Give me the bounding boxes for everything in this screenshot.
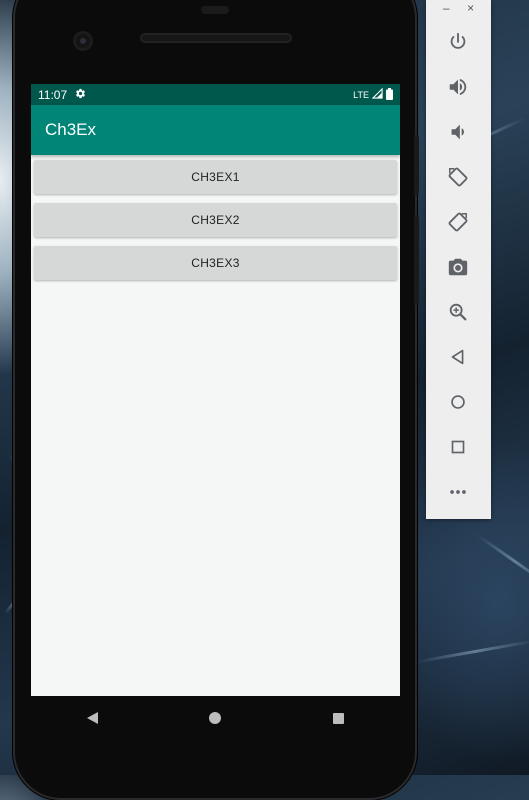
home-icon[interactable]: [209, 712, 222, 724]
emulator-toolbar: – ×: [426, 0, 491, 519]
home-icon[interactable]: [444, 388, 472, 416]
power-icon[interactable]: [444, 28, 472, 56]
app-bar: Ch3Ex: [31, 105, 400, 155]
phone-top-slot: [201, 6, 229, 14]
back-icon[interactable]: [86, 712, 98, 724]
app-title: Ch3Ex: [45, 120, 97, 139]
volume-down-icon[interactable]: [444, 118, 472, 146]
battery-icon: [386, 87, 393, 102]
device-screen: 11:07 LTE Ch3Ex CH3EX1 CH3EX2 CH3EX3: [31, 84, 400, 696]
button-list: CH3EX1 CH3EX2 CH3EX3: [31, 155, 400, 280]
more-icon[interactable]: [444, 478, 472, 506]
ch3ex3-button[interactable]: CH3EX3: [34, 246, 397, 280]
volume-side-button: [414, 215, 419, 305]
volume-up-icon[interactable]: [444, 73, 472, 101]
ch3ex2-button[interactable]: CH3EX2: [34, 203, 397, 237]
gear-icon: [75, 88, 86, 102]
status-bar: 11:07 LTE: [31, 84, 400, 105]
back-icon[interactable]: [444, 343, 472, 371]
network-type: LTE: [353, 89, 369, 100]
minimize-button[interactable]: –: [443, 1, 450, 15]
window-controls: – ×: [426, 0, 491, 16]
power-side-button: [414, 135, 419, 195]
rotate-right-icon[interactable]: [444, 208, 472, 236]
navigation-bar: [31, 696, 400, 740]
front-camera: [73, 31, 93, 51]
zoom-icon[interactable]: [444, 298, 472, 326]
earpiece-speaker: [140, 33, 292, 43]
camera-icon[interactable]: [444, 253, 472, 281]
status-icons: LTE: [353, 87, 393, 102]
signal-icon: [371, 87, 383, 101]
overview-icon[interactable]: [444, 433, 472, 461]
recents-icon[interactable]: [333, 712, 345, 724]
status-time: 11:07: [38, 87, 68, 102]
rotate-left-icon[interactable]: [444, 163, 472, 191]
ch3ex1-button[interactable]: CH3EX1: [34, 160, 397, 194]
close-button[interactable]: ×: [467, 1, 474, 15]
